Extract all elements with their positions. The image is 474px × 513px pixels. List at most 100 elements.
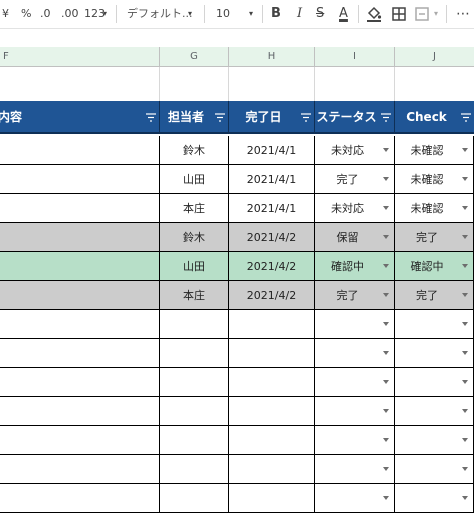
status-dropdown[interactable]	[315, 426, 395, 455]
column-header-h[interactable]: H	[229, 47, 315, 67]
check-dropdown[interactable]	[395, 484, 474, 513]
dropdown-arrow-icon[interactable]	[462, 148, 468, 152]
person-cell[interactable]: 山田	[160, 165, 229, 194]
percent-format-button[interactable]: %	[21, 0, 31, 28]
date-cell[interactable]	[229, 339, 315, 368]
blank-cell[interactable]	[0, 67, 160, 101]
dropdown-arrow-icon[interactable]	[383, 148, 389, 152]
check-dropdown[interactable]: 未確認	[395, 194, 474, 223]
blank-cell[interactable]	[160, 67, 229, 101]
person-cell[interactable]	[160, 455, 229, 484]
check-dropdown[interactable]: 完了	[395, 281, 474, 310]
check-dropdown[interactable]	[395, 310, 474, 339]
content-cell[interactable]	[0, 252, 160, 281]
date-cell[interactable]: 2021/4/1	[229, 136, 315, 165]
check-dropdown[interactable]: 確認中	[395, 252, 474, 281]
person-cell[interactable]	[160, 484, 229, 513]
column-header-g[interactable]: G	[160, 47, 229, 67]
check-dropdown[interactable]	[395, 426, 474, 455]
check-dropdown[interactable]: 未確認	[395, 136, 474, 165]
fill-color-icon[interactable]	[366, 0, 382, 28]
check-dropdown[interactable]: 未確認	[395, 165, 474, 194]
status-dropdown[interactable]	[315, 484, 395, 513]
dropdown-arrow-icon[interactable]	[383, 496, 389, 500]
column-header-f[interactable]: F	[0, 47, 160, 67]
dropdown-arrow-icon[interactable]	[462, 496, 468, 500]
font-size-caret-icon[interactable]: ▾	[249, 0, 253, 28]
person-cell[interactable]: 山田	[160, 252, 229, 281]
currency-format-button[interactable]: ¥	[2, 0, 9, 28]
date-cell[interactable]	[229, 484, 315, 513]
dropdown-arrow-icon[interactable]	[462, 264, 468, 268]
status-dropdown[interactable]: 保留	[315, 223, 395, 252]
dropdown-arrow-icon[interactable]	[462, 351, 468, 355]
person-cell[interactable]	[160, 339, 229, 368]
dropdown-arrow-icon[interactable]	[462, 293, 468, 297]
content-cell[interactable]	[0, 165, 160, 194]
more-icon[interactable]: ⋯	[456, 0, 470, 28]
italic-button[interactable]: I	[297, 0, 302, 28]
person-cell[interactable]: 鈴木	[160, 223, 229, 252]
person-cell[interactable]	[160, 426, 229, 455]
borders-icon[interactable]	[391, 0, 407, 28]
date-cell[interactable]: 2021/4/1	[229, 194, 315, 223]
person-cell[interactable]	[160, 397, 229, 426]
header-date[interactable]: 完了日	[229, 101, 315, 134]
dropdown-arrow-icon[interactable]	[462, 206, 468, 210]
text-color-button[interactable]: A	[339, 0, 348, 28]
font-family-caret-icon[interactable]: ▾	[188, 0, 192, 28]
status-dropdown[interactable]	[315, 339, 395, 368]
content-cell[interactable]	[0, 455, 160, 484]
filter-icon[interactable]	[146, 113, 156, 122]
blank-cell[interactable]	[229, 67, 315, 101]
date-cell[interactable]: 2021/4/1	[229, 165, 315, 194]
dropdown-arrow-icon[interactable]	[462, 438, 468, 442]
date-cell[interactable]	[229, 368, 315, 397]
content-cell[interactable]	[0, 426, 160, 455]
check-dropdown[interactable]	[395, 368, 474, 397]
filter-icon[interactable]	[215, 113, 225, 122]
column-header-j[interactable]: J	[395, 47, 474, 67]
filter-icon[interactable]	[301, 113, 311, 122]
check-dropdown[interactable]	[395, 339, 474, 368]
status-dropdown[interactable]: 未対応	[315, 194, 395, 223]
dropdown-arrow-icon[interactable]	[462, 177, 468, 181]
person-cell[interactable]: 鈴木	[160, 136, 229, 165]
font-size-select[interactable]: 10	[216, 0, 230, 28]
check-dropdown[interactable]	[395, 397, 474, 426]
date-cell[interactable]	[229, 426, 315, 455]
font-family-select[interactable]: デフォルト...	[127, 0, 193, 28]
status-dropdown[interactable]	[315, 455, 395, 484]
content-cell[interactable]	[0, 136, 160, 165]
bold-button[interactable]: B	[271, 0, 281, 28]
content-cell[interactable]	[0, 368, 160, 397]
dropdown-arrow-icon[interactable]	[383, 235, 389, 239]
date-cell[interactable]	[229, 455, 315, 484]
date-cell[interactable]: 2021/4/2	[229, 223, 315, 252]
date-cell[interactable]: 2021/4/2	[229, 281, 315, 310]
merge-cells-caret-icon[interactable]: ▾	[434, 0, 438, 28]
filter-icon[interactable]	[461, 113, 471, 122]
person-cell[interactable]	[160, 310, 229, 339]
header-content[interactable]: 内容	[0, 101, 160, 134]
strikethrough-button[interactable]: S	[316, 0, 324, 28]
dropdown-arrow-icon[interactable]	[462, 409, 468, 413]
content-cell[interactable]	[0, 484, 160, 513]
date-cell[interactable]	[229, 310, 315, 339]
content-cell[interactable]	[0, 339, 160, 368]
dropdown-arrow-icon[interactable]	[383, 467, 389, 471]
dropdown-arrow-icon[interactable]	[383, 293, 389, 297]
content-cell[interactable]	[0, 281, 160, 310]
filter-icon[interactable]	[381, 113, 391, 122]
status-dropdown[interactable]: 完了	[315, 165, 395, 194]
content-cell[interactable]	[0, 223, 160, 252]
column-header-i[interactable]: I	[315, 47, 395, 67]
header-check[interactable]: Check	[395, 101, 474, 134]
blank-cell[interactable]	[315, 67, 395, 101]
dropdown-arrow-icon[interactable]	[383, 438, 389, 442]
status-dropdown[interactable]: 完了	[315, 281, 395, 310]
status-dropdown[interactable]	[315, 397, 395, 426]
person-cell[interactable]: 本庄	[160, 281, 229, 310]
date-cell[interactable]: 2021/4/2	[229, 252, 315, 281]
dropdown-arrow-icon[interactable]	[383, 351, 389, 355]
